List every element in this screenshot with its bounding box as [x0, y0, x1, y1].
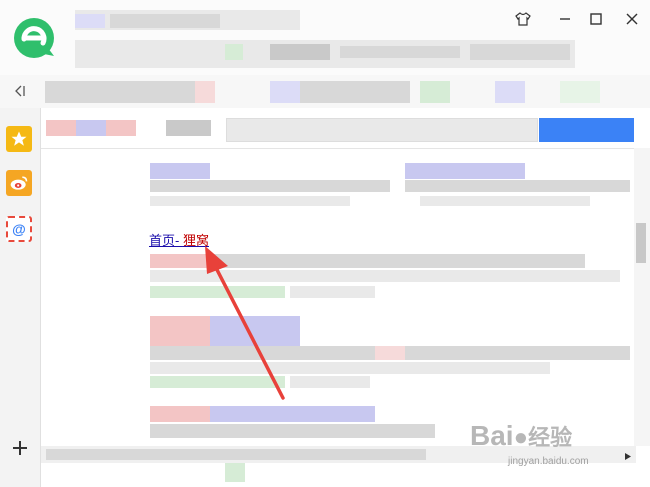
search-button[interactable] [539, 118, 634, 142]
skin-button[interactable] [510, 8, 536, 30]
sidebar: @ [0, 108, 41, 487]
browser-logo-icon [10, 14, 58, 62]
maximize-button[interactable] [583, 8, 609, 30]
tshirt-icon [515, 12, 531, 26]
close-button[interactable] [619, 8, 645, 30]
blurred-bookmark[interactable] [420, 81, 450, 103]
blurred-result-snippet [150, 180, 390, 192]
bookmarks-bar [0, 75, 650, 109]
blurred-logo [76, 120, 106, 136]
star-icon [11, 131, 27, 146]
blurred-logo [46, 120, 76, 136]
scrollbar-thumb[interactable] [636, 223, 646, 263]
annotation-arrow [205, 246, 285, 400]
blurred-tab-title [110, 14, 220, 28]
watermark-brand: Bai [470, 420, 514, 451]
weibo-icon [10, 176, 28, 190]
blurred-result-snippet [420, 196, 590, 206]
blurred-bookmark[interactable] [300, 81, 410, 103]
sidebar-add-button[interactable] [10, 438, 30, 458]
blurred-bit [340, 46, 460, 58]
paw-icon: ● [513, 424, 529, 451]
search-header [41, 108, 650, 148]
sidebar-item-mail[interactable]: @ [6, 216, 32, 242]
divider [41, 148, 636, 149]
blurred-tab-favicon [75, 14, 105, 28]
search-input[interactable] [226, 118, 538, 142]
blurred-bookmark[interactable] [270, 81, 300, 103]
blurred-result-title[interactable] [210, 406, 375, 422]
vertical-scrollbar[interactable] [634, 148, 650, 446]
blurred-result-snippet [405, 180, 630, 192]
blurred-bit [225, 462, 245, 482]
blurred-result-snippet [290, 286, 375, 298]
blurred-bit [470, 44, 570, 60]
plus-icon [13, 441, 27, 455]
watermark-url: jingyan.baidu.com [508, 456, 589, 467]
close-icon [626, 13, 638, 25]
minimize-icon [560, 18, 570, 20]
minimize-button[interactable] [552, 8, 578, 30]
email-icon: @ [12, 221, 26, 237]
maximize-icon [590, 13, 602, 25]
blurred-result-title[interactable] [150, 163, 210, 179]
blurred-bit [270, 44, 330, 60]
blurred-bit [375, 346, 405, 360]
sidebar-toggle-button[interactable] [12, 83, 28, 99]
blurred-result-snippet [150, 424, 435, 438]
blurred-bookmark[interactable] [495, 81, 525, 103]
blurred-logo [106, 120, 136, 136]
title-bar [0, 0, 650, 75]
watermark: Bai●经验 jingyan.baidu.com [470, 418, 645, 472]
blurred-bookmark[interactable] [45, 81, 195, 103]
watermark-brand2: 经验 [528, 425, 573, 450]
blurred-bookmark[interactable] [195, 81, 215, 103]
blurred-bookmark[interactable] [560, 81, 600, 103]
blurred-result-title[interactable] [405, 163, 525, 179]
sidebar-item-favorites[interactable] [6, 126, 32, 152]
blurred-result-snippet [290, 376, 370, 388]
result-link-prefix: 首页- [149, 233, 183, 248]
collapse-sidebar-icon [15, 85, 25, 97]
sidebar-item-weibo[interactable] [6, 170, 32, 196]
blurred-result-snippet [150, 196, 350, 206]
blurred-result-title[interactable] [150, 406, 210, 422]
blurred-bit [225, 44, 243, 60]
blurred-logo [166, 120, 211, 136]
scrollbar-thumb[interactable] [46, 449, 426, 460]
